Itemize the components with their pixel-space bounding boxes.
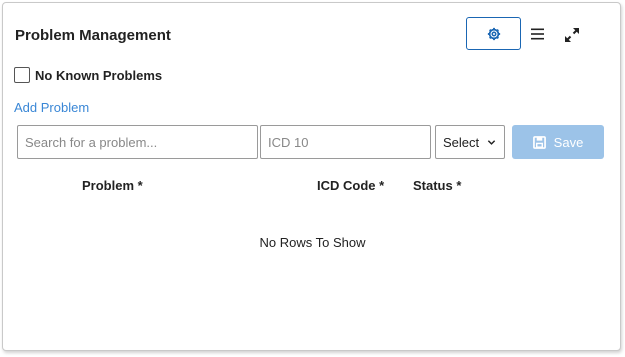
hamburger-icon	[531, 28, 544, 40]
problem-management-panel: Problem Management No Known Problems Add…	[2, 2, 621, 351]
no-known-problems-checkbox[interactable]	[14, 67, 30, 83]
expand-icon	[565, 28, 579, 42]
status-select-value: Select	[443, 134, 480, 150]
save-button[interactable]: Save	[512, 125, 604, 159]
panel-title: Problem Management	[15, 27, 171, 44]
no-known-problems-label: No Known Problems	[35, 68, 163, 83]
empty-table-message: No Rows To Show	[259, 235, 366, 250]
column-header-icd-code[interactable]: ICD Code *	[317, 178, 384, 193]
floppy-disk-icon	[532, 135, 546, 149]
add-problem-link[interactable]: Add Problem	[14, 100, 89, 115]
save-button-label: Save	[553, 134, 584, 150]
status-select[interactable]: Select	[435, 125, 505, 159]
column-header-problem[interactable]: Problem *	[82, 178, 143, 193]
menu-button[interactable]	[531, 27, 545, 41]
chevron-down-icon	[487, 140, 496, 145]
settings-button[interactable]	[466, 17, 521, 50]
gear-icon	[487, 27, 500, 40]
expand-button[interactable]	[564, 27, 580, 43]
problem-search-input[interactable]	[17, 125, 258, 159]
icd10-input[interactable]	[260, 125, 431, 159]
column-header-status[interactable]: Status *	[413, 178, 461, 193]
